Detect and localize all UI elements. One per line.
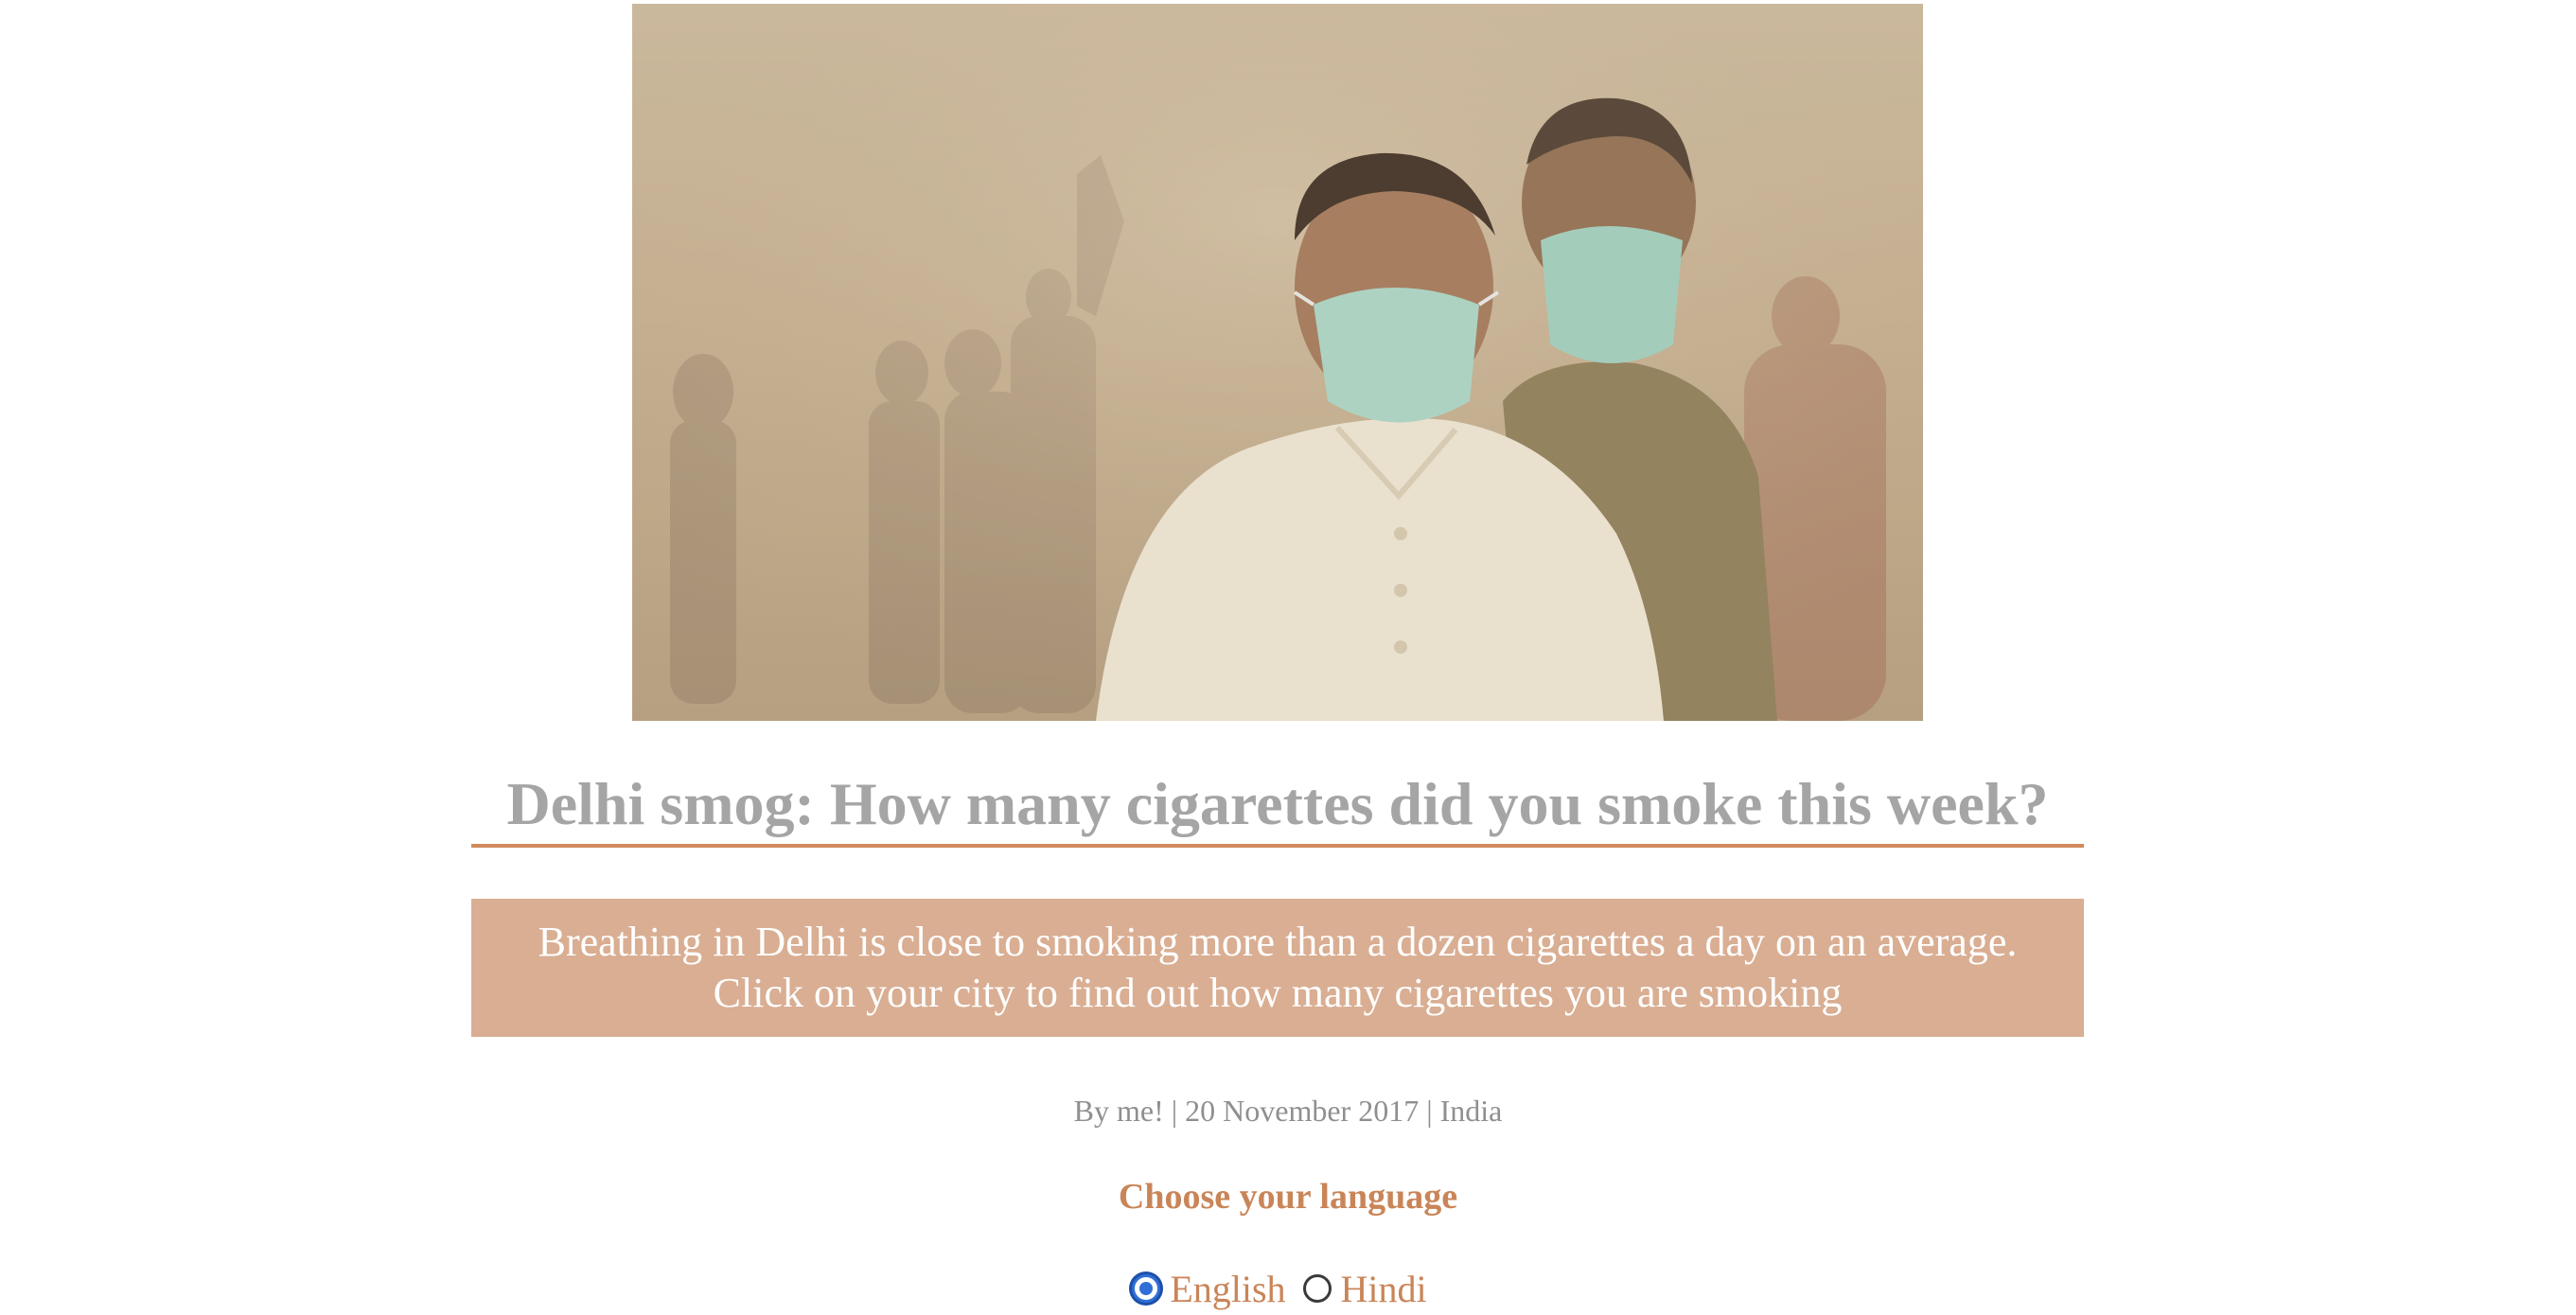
hero-image-smog-masked-men (632, 4, 1923, 721)
label-english[interactable]: English (1170, 1267, 1285, 1311)
radio-hindi[interactable] (1302, 1274, 1332, 1303)
standfirst-line-2: Click on your city to find out how many … (713, 970, 1843, 1016)
page: Delhi smog: How many cigarettes did you … (0, 0, 2576, 1315)
radio-english[interactable] (1132, 1274, 1161, 1303)
article-title: Delhi smog: How many cigarettes did you … (506, 770, 2049, 837)
label-hindi[interactable]: Hindi (1341, 1267, 1427, 1311)
byline: By me! | 20 November 2017 | India (1073, 1094, 1503, 1128)
language-heading: Choose your language (1118, 1177, 1458, 1217)
article-standfirst: Breathing in Delhi is close to smoking m… (471, 899, 2084, 1037)
standfirst-line-1: Breathing in Delhi is close to smoking m… (538, 919, 2018, 965)
headline-container: Delhi smog: How many cigarettes did you … (471, 764, 2084, 848)
language-selector: English Hindi (0, 1264, 2576, 1313)
